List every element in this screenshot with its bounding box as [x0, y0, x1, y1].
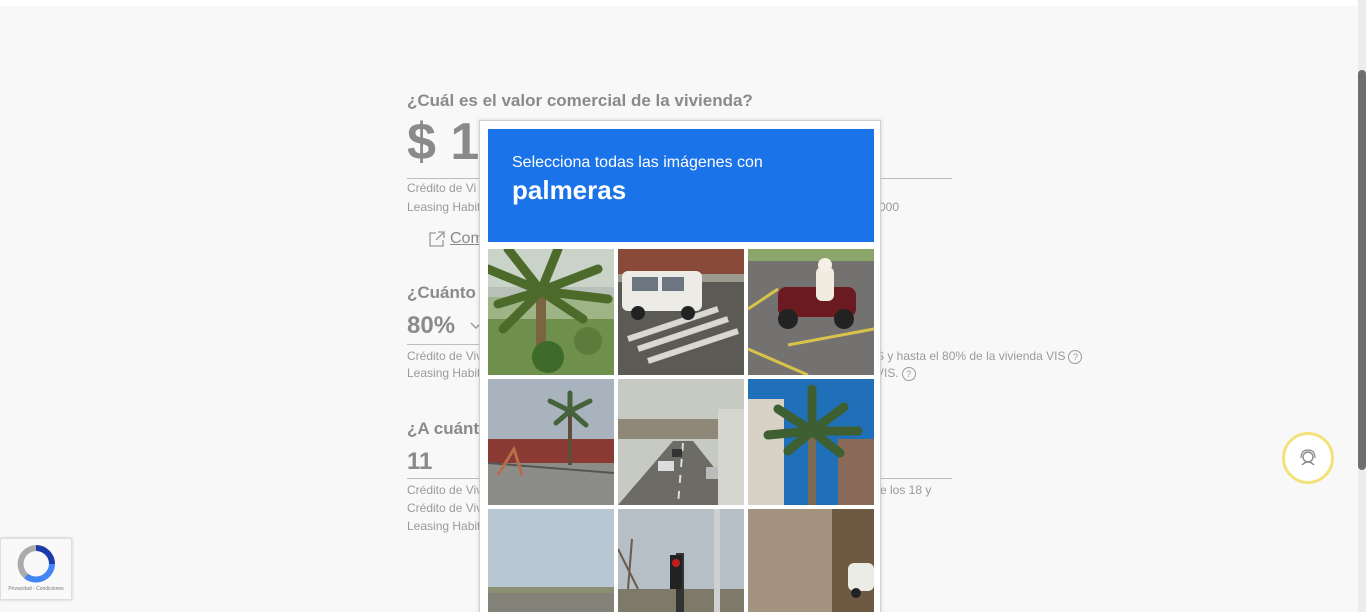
captcha-tile[interactable] — [488, 509, 614, 612]
help-text-fragment: S y hasta el 80% de la vivienda VIS — [876, 349, 1066, 363]
captcha-tile[interactable] — [748, 509, 874, 612]
help-text-line: Leasing Habit — [407, 200, 481, 214]
help-text-line: Crédito de Viv — [407, 501, 483, 515]
captcha-tile[interactable] — [488, 379, 614, 505]
scrollbar-thumb[interactable] — [1358, 70, 1366, 470]
home-value-input[interactable]: $ 1 — [407, 112, 479, 172]
term-years-input[interactable]: 11 — [407, 448, 432, 476]
external-link-icon — [429, 231, 445, 247]
help-text-line: Crédito de Viv — [407, 483, 483, 497]
help-text-line: re los 18 y — [876, 483, 932, 497]
captcha-tile[interactable] — [618, 379, 744, 505]
help-text-line: 000 — [879, 200, 900, 214]
help-text-line: Leasing Habit — [407, 366, 481, 380]
captcha-header: Selecciona todas las imágenes con palmer… — [488, 129, 874, 242]
recaptcha-badge[interactable]: Privacidad - Condiciones — [0, 538, 72, 600]
captcha-tile[interactable] — [618, 249, 744, 375]
help-text-line: Leasing Habit — [407, 519, 481, 533]
financing-underline — [407, 344, 487, 345]
help-text-line: Crédito de Viv — [407, 349, 483, 363]
captcha-keyword: palmeras — [512, 175, 627, 205]
financing-percent-select[interactable]: 80% — [407, 312, 455, 340]
help-text-line: VIS.? — [876, 366, 916, 381]
captcha-tile[interactable] — [748, 249, 874, 375]
help-question-icon[interactable]: ? — [1068, 349, 1083, 364]
comparator-link[interactable]: Com — [428, 230, 484, 248]
question-home-value: ¿Cuál es el valor comercial de la vivien… — [407, 91, 753, 110]
support-chat-button[interactable] — [1282, 432, 1334, 484]
page: ¿Cuál es el valor comercial de la vivien… — [0, 0, 1366, 612]
recaptcha-footer[interactable]: Privacidad - Condiciones — [1, 586, 71, 592]
captcha-instruction: Selecciona todas las imágenes con — [512, 154, 763, 171]
help-text-line: S y hasta el 80% de la vivienda VIS? — [876, 349, 1083, 364]
captcha-tile[interactable] — [488, 249, 614, 375]
question-term: ¿A cuánto — [407, 419, 490, 438]
captcha-challenge: Selecciona todas las imágenes con palmer… — [479, 120, 881, 612]
headset-icon — [1300, 449, 1316, 466]
help-text-line: Crédito de Vi — [407, 181, 477, 195]
help-question-icon[interactable]: ? — [901, 366, 916, 381]
scrollbar-track[interactable] — [1358, 0, 1366, 612]
captcha-tile[interactable] — [748, 379, 874, 505]
recaptcha-logo-icon — [17, 545, 55, 583]
top-bar — [0, 0, 1358, 6]
captcha-tile[interactable] — [618, 509, 744, 612]
